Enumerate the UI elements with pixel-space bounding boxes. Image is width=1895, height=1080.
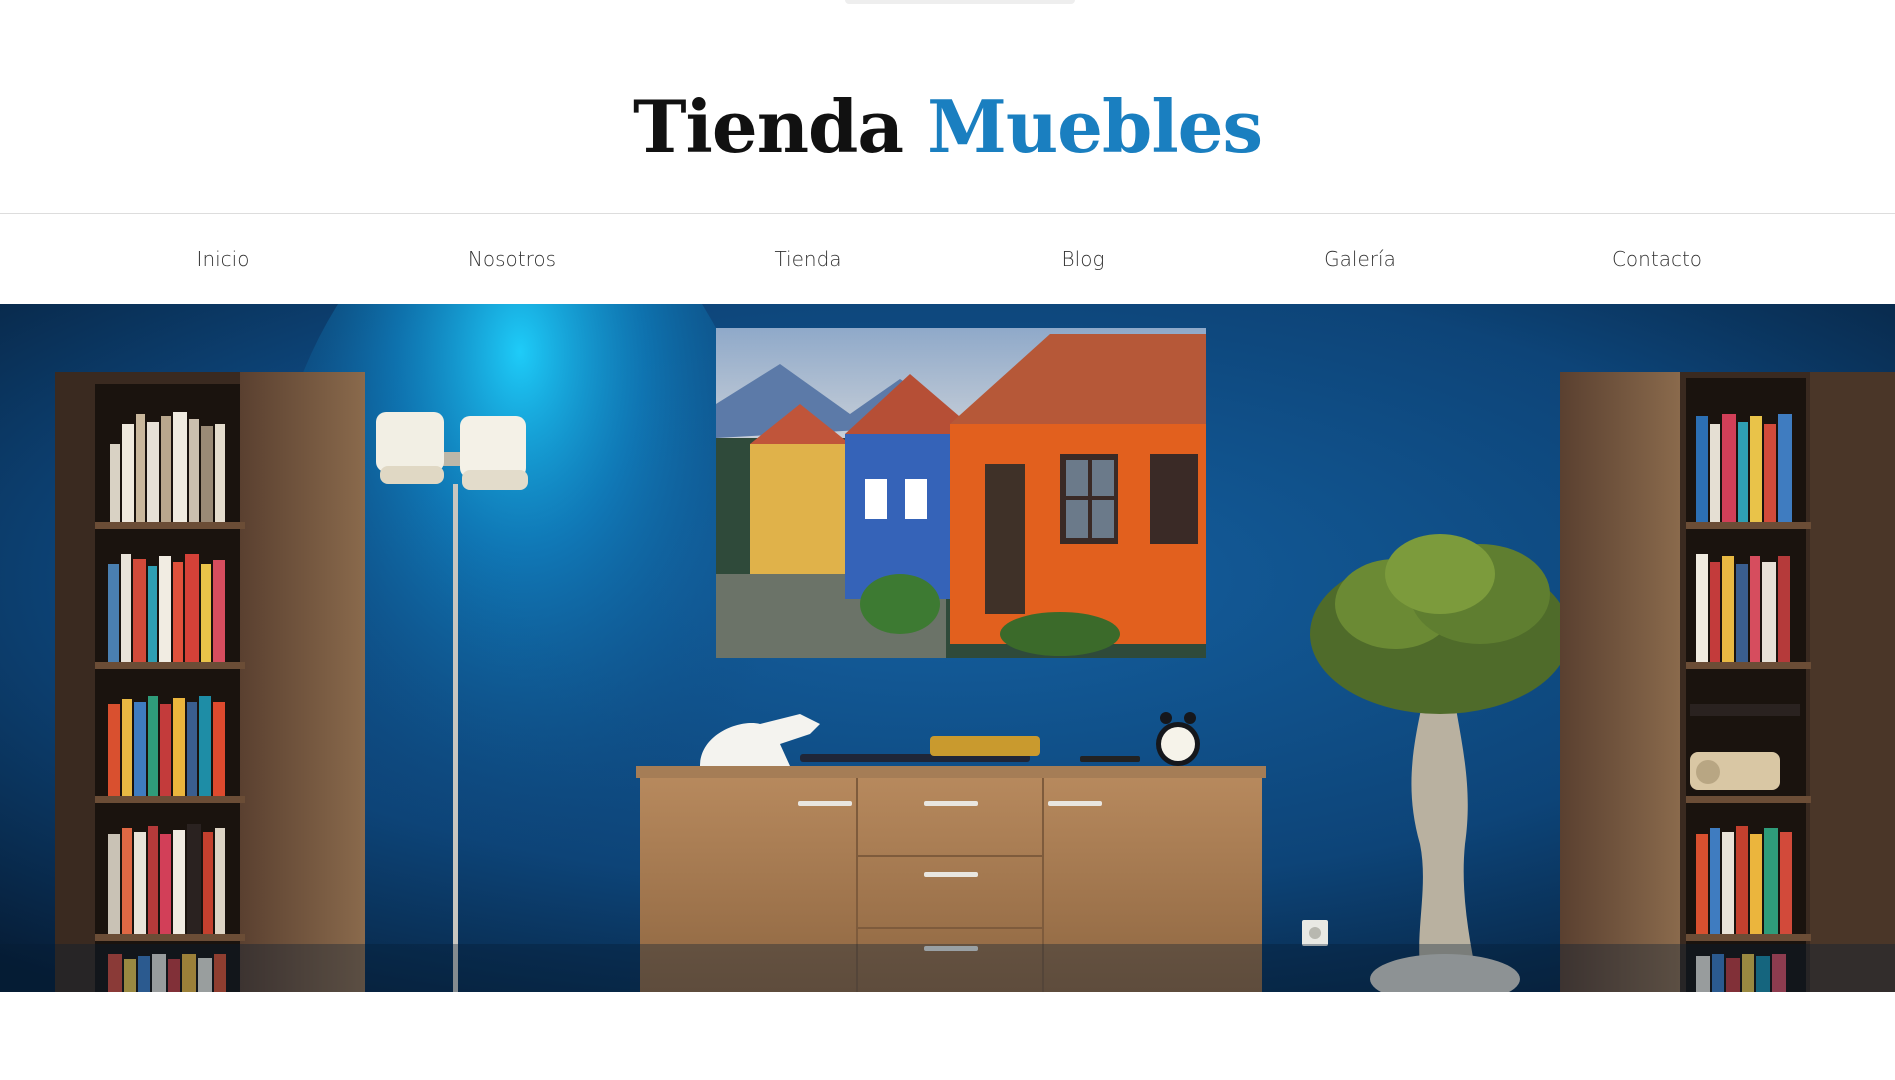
left-bookshelf (55, 372, 365, 992)
nav-item-blog[interactable]: Blog (1062, 214, 1105, 304)
logo-text-primary: Tienda (632, 84, 904, 169)
nav-item-nosotros[interactable]: Nosotros (468, 214, 556, 304)
nav-item-inicio[interactable]: Inicio (197, 214, 250, 304)
nav-item-contacto[interactable]: Contacto (1612, 214, 1702, 304)
main-nav: Inicio Nosotros Tienda Blog Galería Cont… (0, 213, 1895, 304)
right-bookshelf (1560, 372, 1895, 992)
painting (716, 328, 1206, 658)
site-header: Tienda Muebles (0, 0, 1895, 213)
logo-text-accent: Muebles (927, 84, 1263, 169)
site-logo[interactable]: Tienda Muebles (632, 84, 1263, 169)
nav-item-tienda[interactable]: Tienda (774, 214, 841, 304)
hero-banner (0, 304, 1895, 992)
nav-item-galeria[interactable]: Galería (1324, 214, 1396, 304)
hero-image (0, 304, 1895, 992)
